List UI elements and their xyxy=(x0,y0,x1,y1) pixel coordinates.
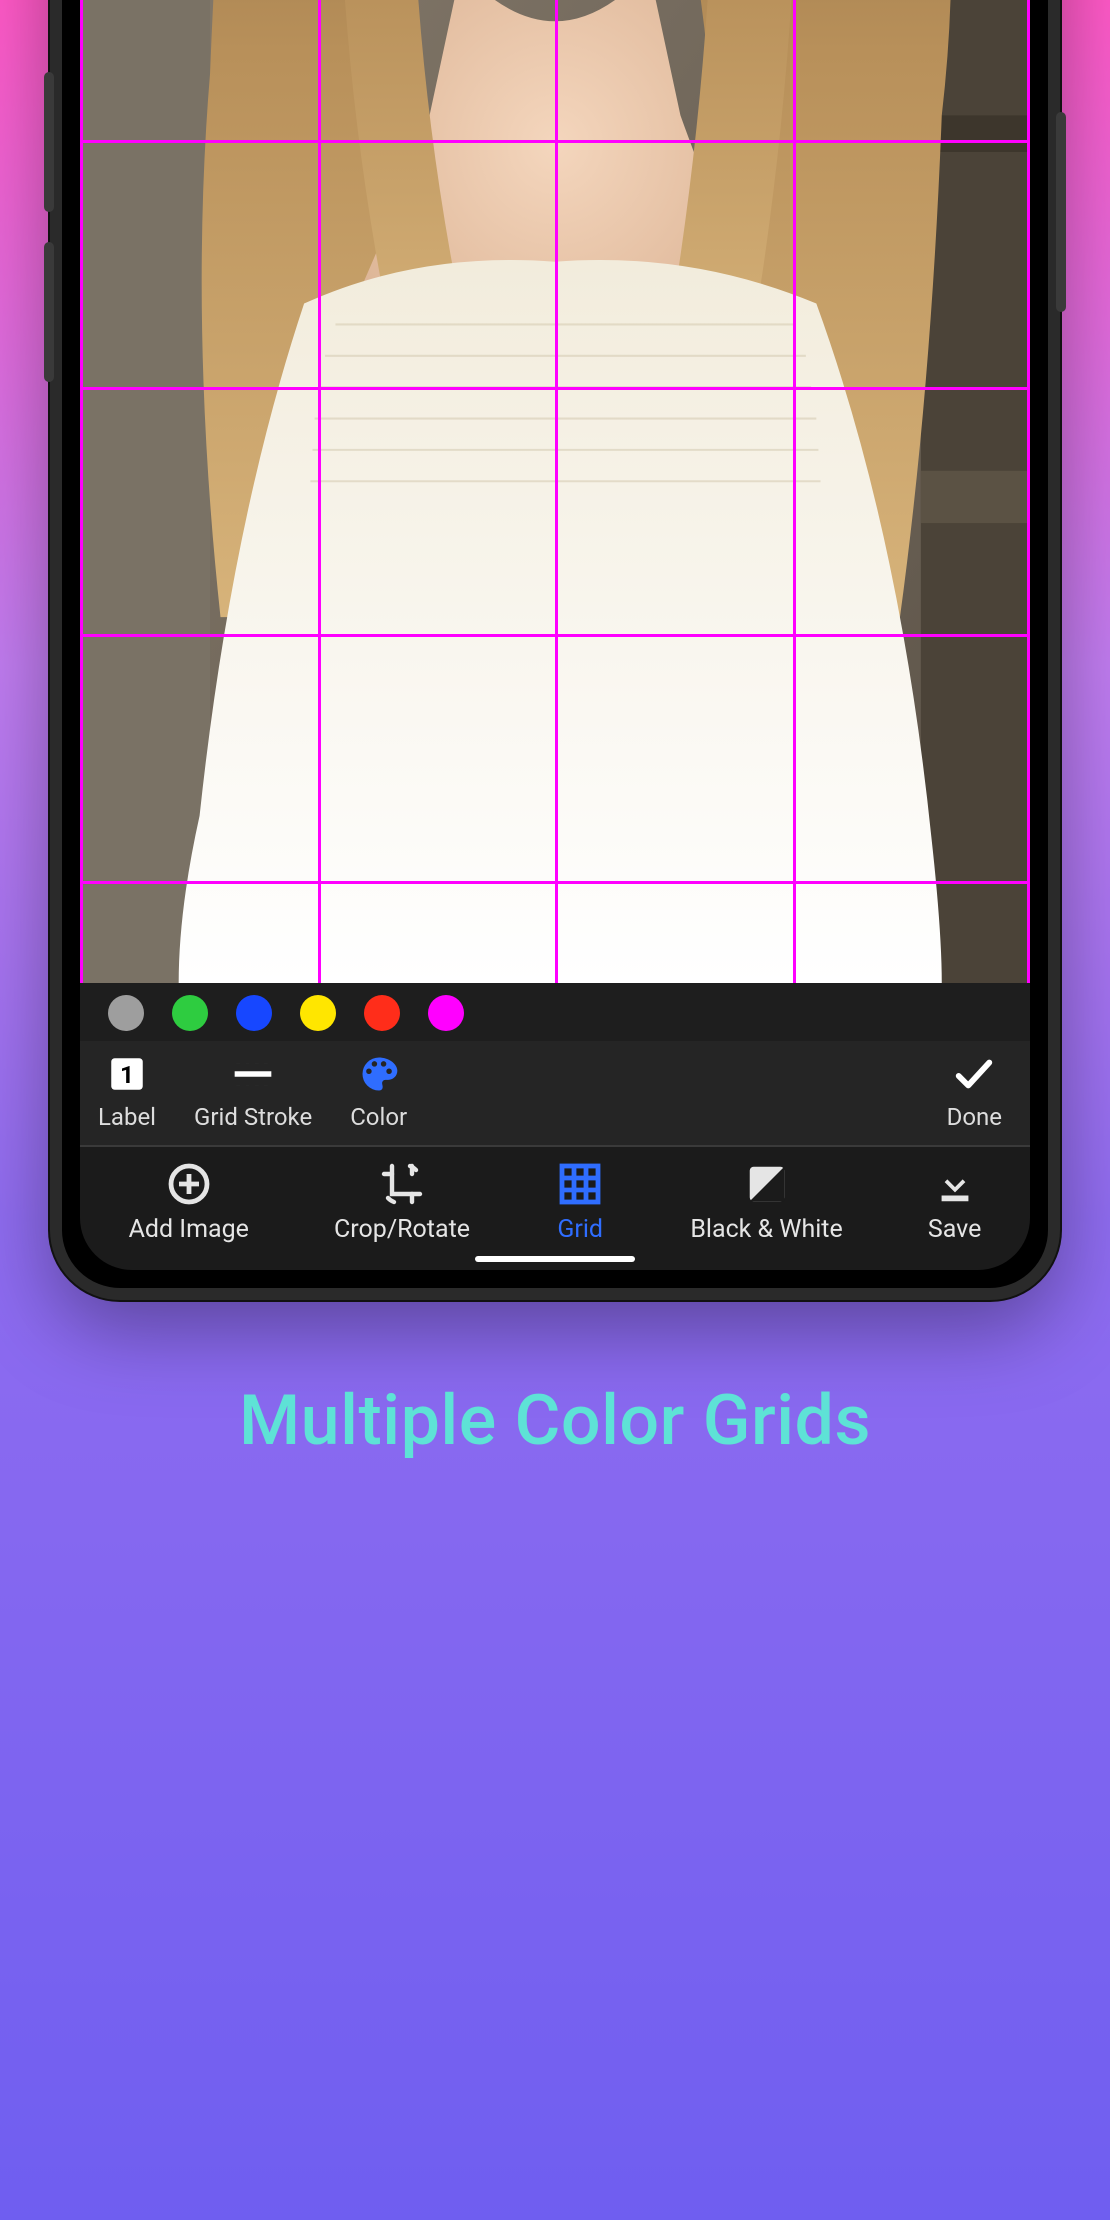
swatch-blue[interactable] xyxy=(236,995,272,1031)
image-canvas[interactable] xyxy=(80,0,1030,983)
download-icon xyxy=(930,1159,980,1209)
swatch-magenta[interactable] xyxy=(428,995,464,1031)
promo-background: 1 Label Grid Stroke xyxy=(0,0,1110,2220)
grid-options-toolbar: 1 Label Grid Stroke xyxy=(80,1041,1030,1147)
grid-icon xyxy=(555,1159,605,1209)
bw-icon xyxy=(742,1159,792,1209)
grid-button[interactable]: Grid xyxy=(555,1159,605,1244)
swatch-red[interactable] xyxy=(364,995,400,1031)
svg-text:1: 1 xyxy=(120,1060,134,1089)
add-circle-icon xyxy=(164,1159,214,1209)
label-button-label: Label xyxy=(98,1103,156,1131)
save-label: Save xyxy=(928,1215,981,1244)
phone-frame: 1 Label Grid Stroke xyxy=(50,0,1060,1300)
phone-side-button xyxy=(44,72,54,212)
grid-label: Grid xyxy=(557,1215,603,1244)
done-button[interactable]: Done xyxy=(947,1051,1002,1131)
grid-stroke-button-label: Grid Stroke xyxy=(194,1103,312,1131)
swatch-gray[interactable] xyxy=(108,995,144,1031)
phone-side-button xyxy=(44,242,54,382)
phone-side-button xyxy=(1056,112,1066,312)
main-toolbar: Add Image Crop/Rotate Grid xyxy=(80,1147,1030,1270)
black-white-button[interactable]: Black & White xyxy=(690,1159,842,1244)
color-swatch-row xyxy=(80,983,1030,1041)
phone-screen: 1 Label Grid Stroke xyxy=(80,0,1030,1270)
black-white-label: Black & White xyxy=(690,1215,842,1244)
done-button-label: Done xyxy=(947,1103,1002,1131)
stroke-icon xyxy=(230,1051,276,1097)
swatch-green[interactable] xyxy=(172,995,208,1031)
save-button[interactable]: Save xyxy=(928,1159,981,1244)
home-indicator[interactable] xyxy=(475,1256,635,1262)
palette-icon xyxy=(356,1051,402,1097)
grid-stroke-button[interactable]: Grid Stroke xyxy=(194,1051,312,1131)
add-image-button[interactable]: Add Image xyxy=(129,1159,249,1244)
color-button[interactable]: Color xyxy=(350,1051,407,1131)
swatch-yellow[interactable] xyxy=(300,995,336,1031)
check-icon xyxy=(951,1051,997,1097)
one-box-icon: 1 xyxy=(104,1051,150,1097)
promo-caption: Multiple Color Grids xyxy=(0,1380,1110,1462)
color-button-label: Color xyxy=(350,1103,407,1131)
crop-rotate-button[interactable]: Crop/Rotate xyxy=(334,1159,470,1244)
add-image-label: Add Image xyxy=(129,1215,249,1244)
crop-rotate-icon xyxy=(377,1159,427,1209)
photo-placeholder xyxy=(80,0,1030,983)
label-button[interactable]: 1 Label xyxy=(98,1051,156,1131)
crop-rotate-label: Crop/Rotate xyxy=(334,1215,470,1244)
